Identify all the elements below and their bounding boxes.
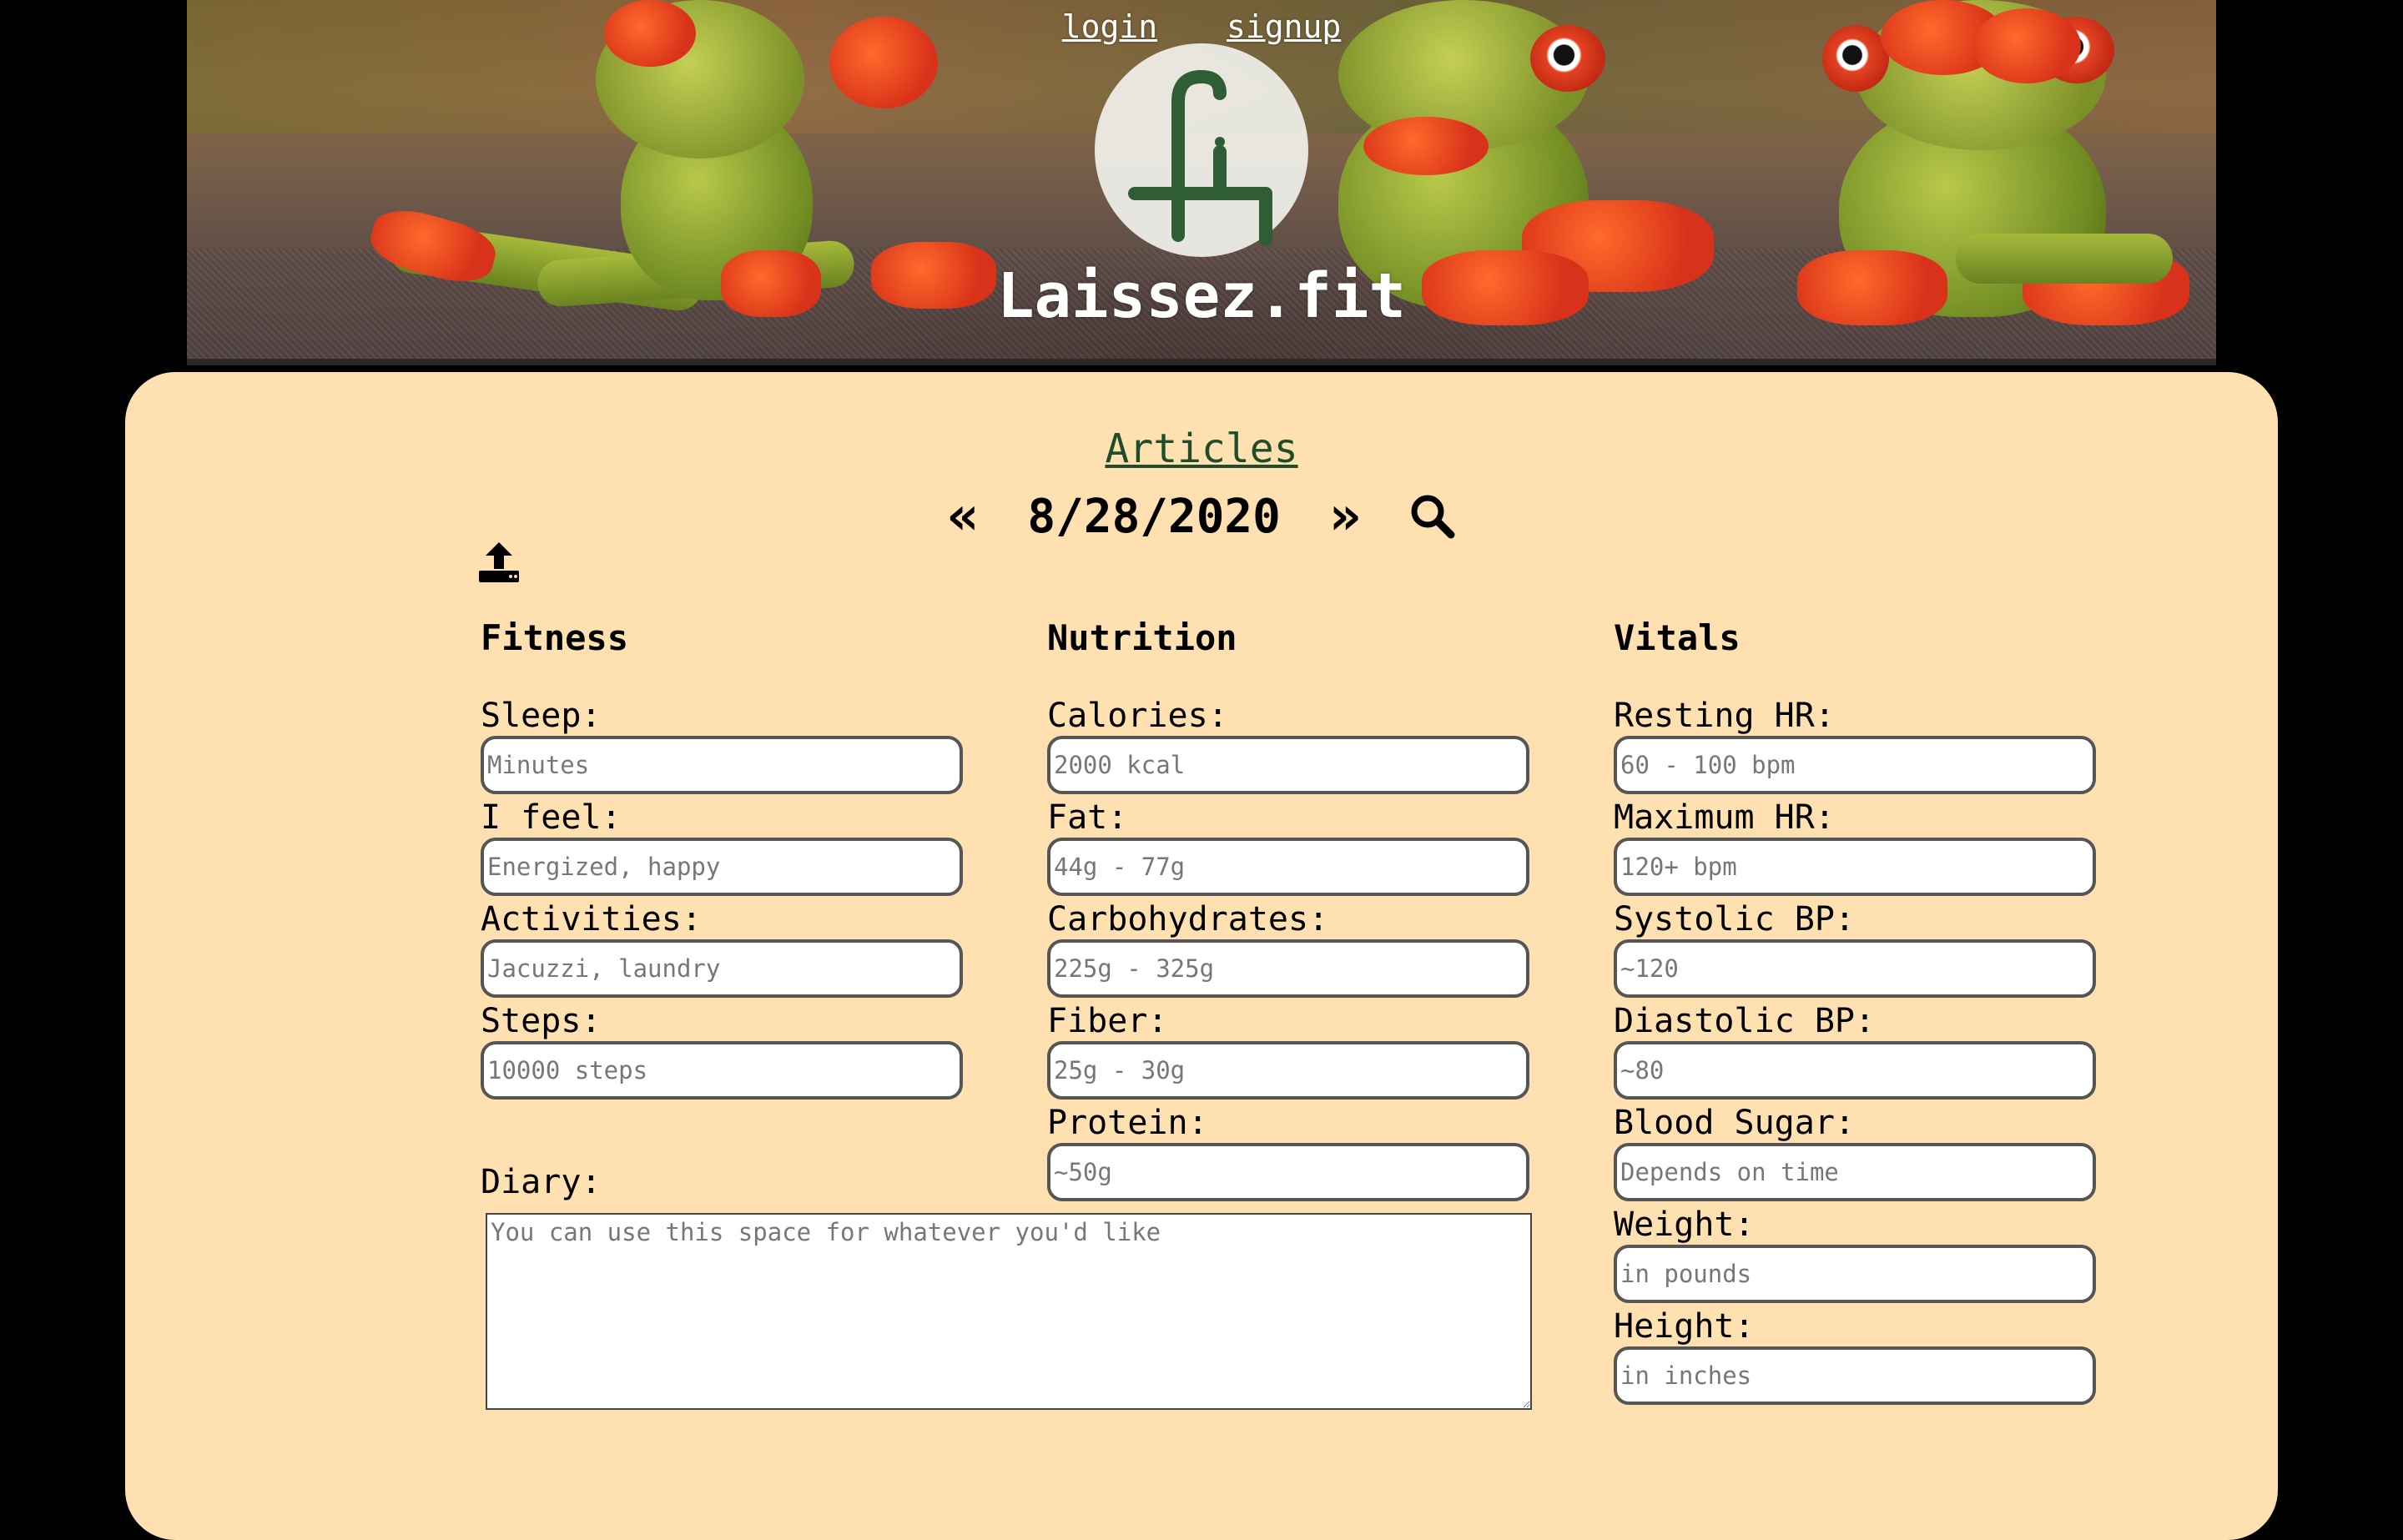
protein-input[interactable] [1047,1143,1529,1201]
resting-hr-label: Resting HR: [1614,697,1835,735]
fat-input[interactable] [1047,838,1529,896]
steps-input[interactable] [481,1041,963,1100]
blood-sugar-field-group: Blood Sugar: [1614,1103,2098,1205]
activities-input[interactable] [481,939,963,998]
systolic-bp-input[interactable] [1614,939,2096,998]
blood-sugar-input[interactable] [1614,1143,2096,1201]
activities-label: Activities: [481,900,702,939]
weight-input[interactable] [1614,1245,2096,1303]
maximum-hr-label: Maximum HR: [1614,798,1835,837]
fitness-heading: Fitness [481,617,629,658]
feel-input[interactable] [481,838,963,896]
activities-field-group: Activities: [481,899,965,1001]
banner-bottom-edge [187,359,2216,365]
diastolic-bp-label: Diastolic BP: [1614,1002,1876,1040]
carbohydrates-field-group: Carbohydrates: [1047,899,1531,1001]
diary-textarea[interactable] [486,1213,1532,1410]
site-title: Laissez.fit [996,260,1407,332]
carbohydrates-label: Carbohydrates: [1047,900,1329,939]
signup-link[interactable]: signup [1227,8,1341,45]
weight-field-group: Weight: [1614,1205,2098,1306]
sleep-field-group: Sleep: [481,696,965,798]
vitals-section: Vitals Resting HR: Maximum HR: Systolic … [1614,617,2098,1408]
blood-sugar-label: Blood Sugar: [1614,1104,1855,1142]
upload-icon[interactable] [477,541,521,584]
resting-hr-input[interactable] [1614,736,2096,794]
fitness-section: Fitness Sleep: I feel: Activities: Steps… [481,617,965,1103]
fiber-label: Fiber: [1047,1002,1168,1040]
vitals-heading: Vitals [1614,617,1741,658]
maximum-hr-input[interactable] [1614,838,2096,896]
resting-hr-field-group: Resting HR: [1614,696,2098,798]
diastolic-bp-input[interactable] [1614,1041,2096,1100]
fat-label: Fat: [1047,798,1128,837]
current-date: 8/28/2020 [1027,489,1281,544]
fiber-input[interactable] [1047,1041,1529,1100]
articles-link[interactable]: Articles [1105,425,1297,472]
calories-field-group: Calories: [1047,696,1531,798]
previous-day-button[interactable]: « [947,486,980,547]
sleep-input[interactable] [481,736,963,794]
sleep-label: Sleep: [481,697,602,735]
protein-field-group: Protein: [1047,1103,1531,1205]
nutrition-section: Nutrition Calories: Fat: Carbohydrates: … [1047,617,1531,1205]
next-day-button[interactable]: » [1329,486,1362,547]
height-field-group: Height: [1614,1306,2098,1408]
weight-label: Weight: [1614,1205,1755,1244]
systolic-bp-field-group: Systolic BP: [1614,899,2098,1001]
lf-monogram-icon [1128,69,1272,246]
diary-label: Diary: [481,1163,602,1201]
calories-label: Calories: [1047,697,1228,735]
search-icon[interactable] [1409,493,1456,540]
site-logo[interactable] [1095,43,1308,257]
nutrition-heading: Nutrition [1047,617,1237,658]
steps-field-group: Steps: [481,1001,965,1103]
steps-label: Steps: [481,1002,602,1040]
diastolic-bp-field-group: Diastolic BP: [1614,1001,2098,1103]
carbohydrates-input[interactable] [1047,939,1529,998]
maximum-hr-field-group: Maximum HR: [1614,798,2098,899]
calories-input[interactable] [1047,736,1529,794]
date-navigator: « 8/28/2020 » [0,486,2403,547]
protein-label: Protein: [1047,1104,1208,1142]
height-input[interactable] [1614,1346,2096,1405]
articles-nav: Articles [0,425,2403,472]
systolic-bp-label: Systolic BP: [1614,900,1855,939]
feel-label: I feel: [481,798,622,837]
fat-field-group: Fat: [1047,798,1531,899]
feel-field-group: I feel: [481,798,965,899]
login-link[interactable]: login [1062,8,1157,45]
auth-links: login signup [0,8,2403,45]
fiber-field-group: Fiber: [1047,1001,1531,1103]
height-label: Height: [1614,1307,1755,1346]
